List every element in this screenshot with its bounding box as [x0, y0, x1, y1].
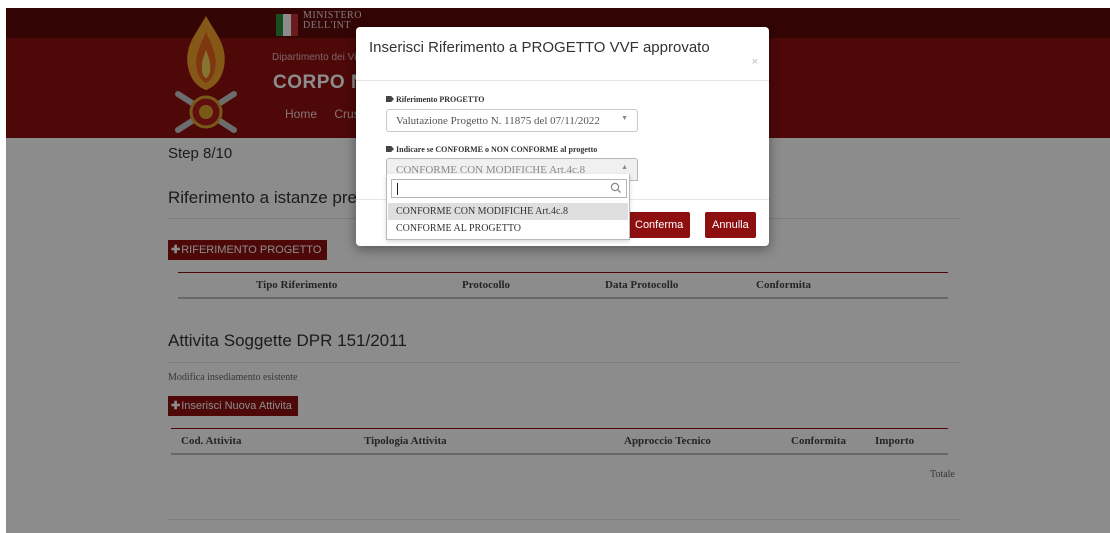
field-label-conformita: Indicare se CONFORME o NON CONFORME al p… — [386, 145, 597, 154]
modal-header-divider — [356, 80, 769, 81]
field-label-riferimento: Riferimento PROGETTO — [386, 95, 485, 104]
select-value: Valutazione Progetto N. 11875 del 07/11/… — [396, 115, 600, 127]
close-icon[interactable]: × — [752, 56, 758, 68]
conformita-dropdown: CONFORME CON MODIFICHE Art.4c.8 CONFORME… — [386, 174, 630, 240]
text-caret — [397, 183, 398, 195]
tag-icon — [386, 146, 394, 152]
search-icon — [610, 182, 621, 193]
dropdown-option[interactable]: CONFORME CON MODIFICHE Art.4c.8 — [388, 203, 628, 220]
modal-title: Inserisci Riferimento a PROGETTO VVF app… — [369, 39, 710, 56]
annulla-button[interactable]: Annulla — [705, 212, 756, 238]
chevron-up-icon: ▲ — [621, 164, 628, 171]
riferimento-progetto-select[interactable]: Valutazione Progetto N. 11875 del 07/11/… — [386, 109, 638, 132]
chevron-down-icon: ▼ — [621, 115, 628, 122]
dropdown-search-input[interactable] — [391, 179, 627, 198]
conferma-button[interactable]: Conferma — [628, 212, 691, 238]
tag-icon — [386, 96, 394, 102]
dropdown-option[interactable]: CONFORME AL PROGETTO — [388, 220, 628, 237]
